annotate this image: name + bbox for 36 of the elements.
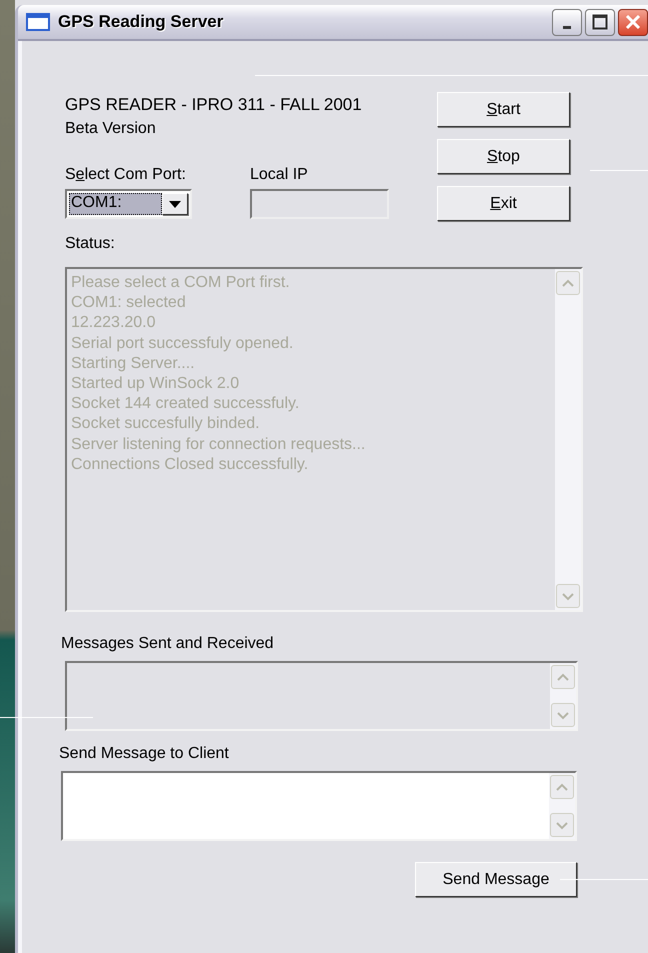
log-line: Socket succesfully binded. (71, 414, 260, 434)
com-port-dropdown[interactable]: COM1: (65, 189, 192, 219)
log-line: Please select a COM Port first. (71, 273, 290, 293)
scroll-down-button[interactable] (550, 813, 574, 837)
window-title: GPS Reading Server (58, 11, 224, 34)
log-line: Connections Closed successfully. (71, 454, 308, 475)
close-icon (625, 14, 641, 30)
header-text: Beta Version (65, 119, 157, 139)
command-button[interactable]: Start (437, 92, 570, 127)
local-ip-label: Local IP (250, 165, 309, 185)
com-port-label: Select Com Port: (65, 165, 187, 185)
header-text: GPS READER - IPRO 311 - FALL 2001 (65, 94, 363, 116)
log-line: Server listening for connection requests... (71, 434, 366, 455)
status-label: Status: (65, 234, 116, 254)
close-button[interactable] (618, 8, 648, 36)
minimize-icon (563, 26, 571, 28)
log-line: Started up WinSock 2.0 (71, 374, 240, 394)
send-message-field[interactable] (61, 771, 577, 841)
log-line: Serial port successfuly opened. (71, 334, 294, 354)
log-line: COM1: selected (71, 293, 186, 314)
scroll-up-button[interactable] (550, 775, 574, 799)
minimize-button[interactable] (552, 8, 582, 36)
log-line: Starting Server.... (71, 354, 195, 374)
send-message-label: Send Message to Client (59, 744, 230, 764)
scrollbar[interactable] (549, 773, 575, 839)
dropdown-arrow-button[interactable] (162, 193, 188, 215)
log-line: 12.223.20.0 (71, 313, 156, 334)
maximize-icon (592, 14, 608, 30)
caret-icon (169, 200, 181, 208)
log-line: Socket 144 created successfuly. (71, 394, 300, 414)
maximize-button[interactable] (585, 8, 615, 36)
command-button[interactable]: Exit (437, 186, 570, 221)
window-icon (26, 13, 50, 31)
command-button[interactable]: Stop (437, 139, 570, 174)
messages-label: Messages Sent and Received (61, 634, 275, 654)
send-message-button[interactable]: Send Message (415, 862, 577, 897)
